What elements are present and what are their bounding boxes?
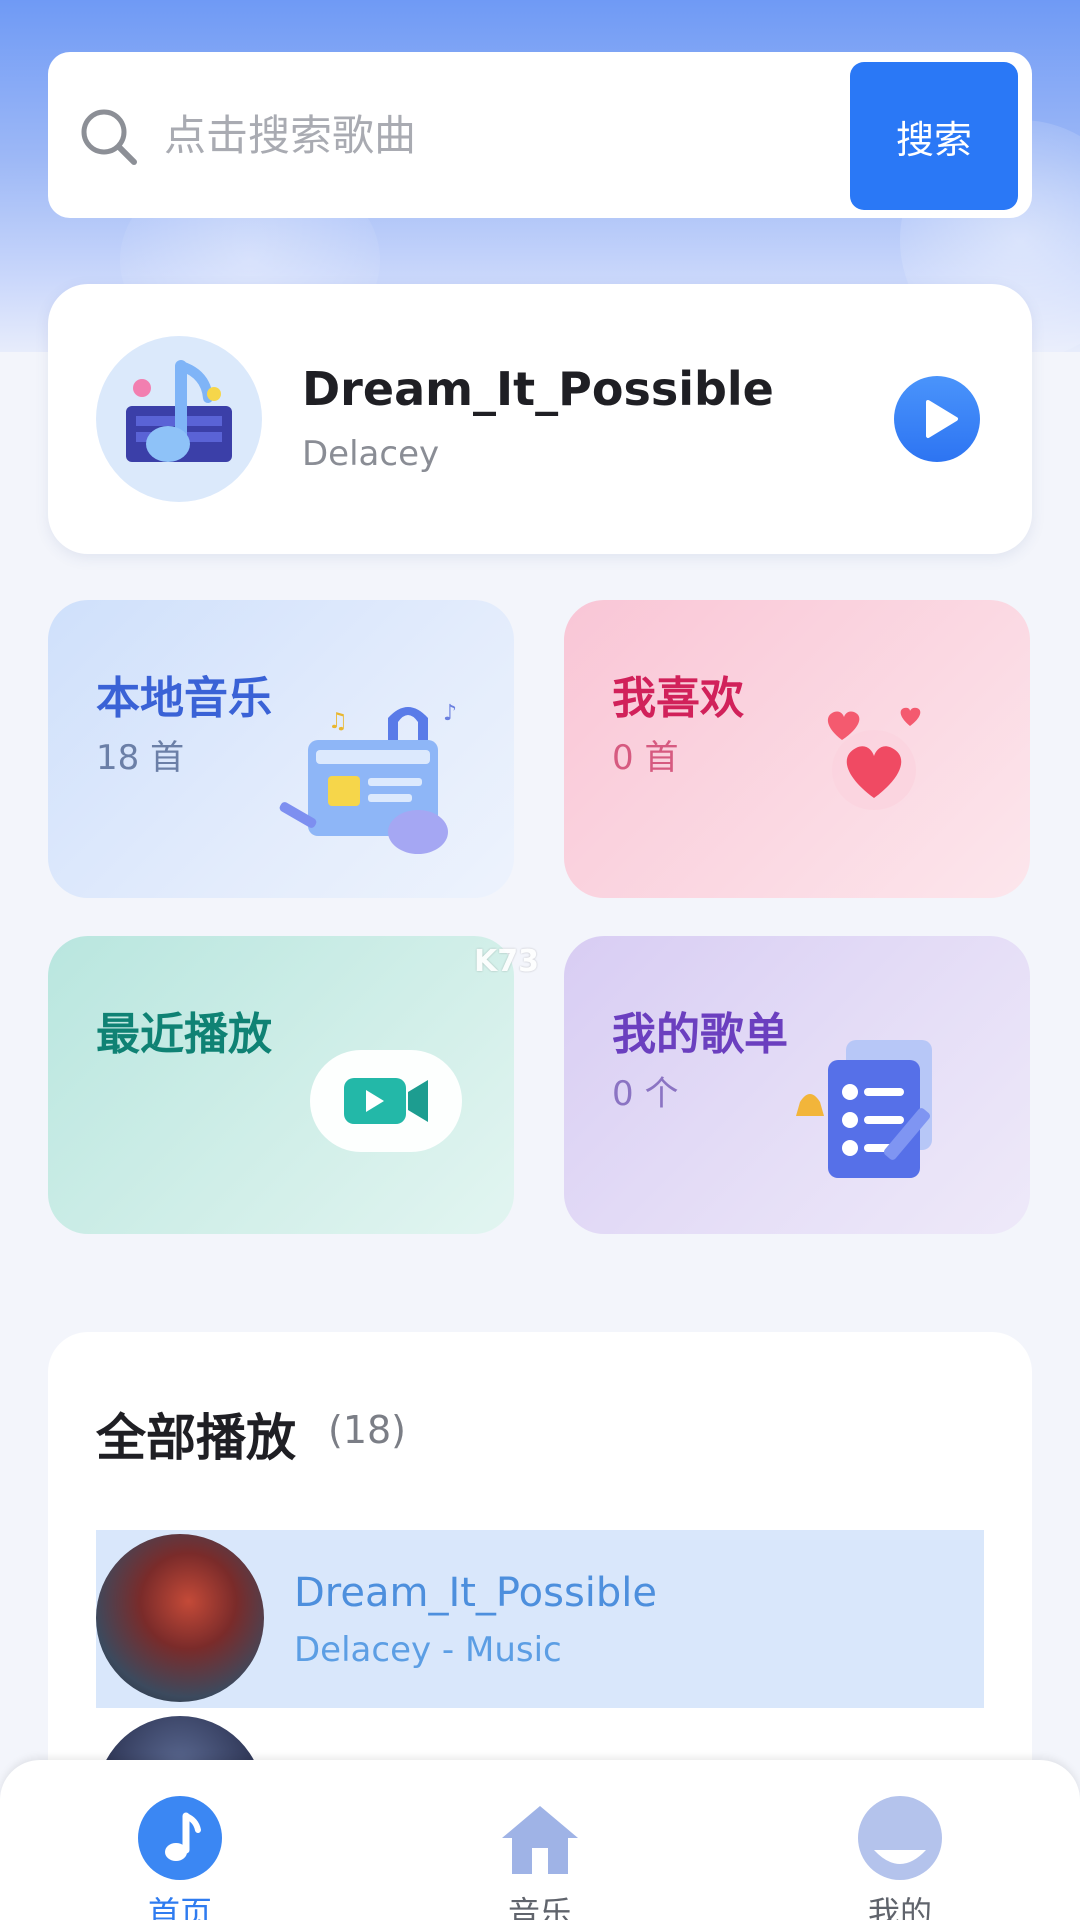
category-count: 18 首 [96, 738, 185, 778]
category-title: 本地音乐 [96, 673, 272, 724]
search-input[interactable] [164, 92, 724, 178]
search-button[interactable]: 搜索 [850, 62, 1018, 210]
all-play-title[interactable]: 全部播放 [96, 1398, 296, 1470]
category-my-playlists[interactable]: 我的歌单 0 个 [564, 936, 1030, 1234]
music-album-icon [126, 360, 232, 462]
home-icon [502, 1806, 578, 1874]
now-playing-artist: Delacey [302, 434, 440, 474]
bottom-nav: 首页 音乐 我的 [0, 1760, 1080, 1920]
category-title: 我喜欢 [612, 673, 744, 724]
nav-music[interactable]: 音乐 [440, 1760, 640, 1920]
category-count: 0 个 [612, 1074, 679, 1114]
svg-text:♫: ♫ [328, 709, 348, 734]
nav-home[interactable]: 首页 [80, 1760, 280, 1920]
now-playing-cover [96, 336, 262, 502]
track-subtitle: Delacey - Music [294, 1630, 562, 1670]
now-playing-card[interactable]: Dream_It_Possible Delacey [48, 284, 1032, 554]
track-cover [96, 1534, 264, 1702]
play-button[interactable] [894, 376, 980, 462]
watermark: K73 [474, 944, 539, 979]
category-favorites[interactable]: 我喜欢 0 首 [564, 600, 1030, 898]
video-camera-icon [310, 1050, 462, 1152]
search-bar: 搜索 [48, 52, 1032, 218]
playlist-icon [796, 1040, 932, 1178]
nav-label: 我的 [867, 1894, 932, 1920]
play-icon [926, 400, 958, 438]
nav-label: 首页 [147, 1894, 212, 1920]
category-title: 最近播放 [96, 1009, 272, 1060]
nav-mine[interactable]: 我的 [800, 1760, 1000, 1920]
svg-text:♪: ♪ [443, 701, 457, 726]
track-row[interactable]: Dream_It_Possible Delacey - Music [96, 1530, 984, 1708]
music-note-icon [138, 1796, 222, 1880]
nav-label: 音乐 [507, 1894, 572, 1920]
category-title: 我的歌单 [612, 1009, 788, 1060]
all-play-count: (18) [328, 1408, 407, 1452]
track-title: Dream_It_Possible [294, 1570, 658, 1616]
now-playing-title: Dream_It_Possible [302, 362, 774, 416]
search-icon [81, 109, 137, 165]
music-browser-icon: ♪ ♫ [279, 701, 457, 854]
user-icon [858, 1796, 942, 1880]
category-count: 0 首 [612, 738, 679, 778]
heart-icon [827, 707, 921, 810]
category-recent-played[interactable]: 最近播放 [48, 936, 514, 1234]
category-local-music[interactable]: 本地音乐 18 首 ♪ ♫ [48, 600, 514, 898]
